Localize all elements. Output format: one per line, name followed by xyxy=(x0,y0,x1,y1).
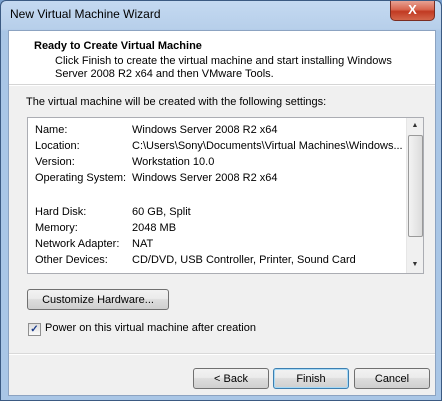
scroll-up-arrow-icon[interactable]: ▲ xyxy=(407,118,423,134)
setting-key: Version: xyxy=(35,156,75,168)
setting-key: Memory: xyxy=(35,222,78,234)
setting-key: Location: xyxy=(35,140,80,152)
setting-value: Workstation 10.0 xyxy=(132,156,215,168)
setting-key: Name: xyxy=(35,124,68,136)
setting-value: 2048 MB xyxy=(132,222,177,234)
cancel-button[interactable]: Cancel xyxy=(354,368,430,389)
scroll-down-arrow-icon[interactable]: ▼ xyxy=(407,257,423,273)
setting-value: CD/DVD, USB Controller, Printer, Sound C… xyxy=(132,254,356,266)
setting-value: Windows Server 2008 R2 x64 xyxy=(132,172,278,184)
customize-hardware-button[interactable]: Customize Hardware... xyxy=(27,289,169,310)
setting-key: Operating System: xyxy=(35,172,127,184)
header-divider xyxy=(9,85,435,86)
close-icon: X xyxy=(408,2,417,17)
setting-value: C:\Users\Sony\Documents\Virtual Machines… xyxy=(132,140,403,152)
settings-scrollbar[interactable]: ▲ ▼ xyxy=(406,118,423,273)
checkmark-icon: ✓ xyxy=(30,324,39,335)
wizard-client-area: Ready to Create Virtual Machine Click Fi… xyxy=(8,30,436,396)
wizard-window: New Virtual Machine Wizard X Ready to Cr… xyxy=(0,0,442,401)
setting-key: Hard Disk: xyxy=(35,206,87,218)
page-title: Ready to Create Virtual Machine xyxy=(34,40,202,52)
close-button[interactable]: X xyxy=(390,1,435,21)
page-description: Click Finish to create the virtual machi… xyxy=(55,55,392,80)
setting-value: 60 GB, Split xyxy=(132,206,191,218)
setting-value: Windows Server 2008 R2 x64 xyxy=(132,124,278,136)
settings-list[interactable]: Name: Windows Server 2008 R2 x64 Locatio… xyxy=(27,117,424,274)
footer-divider-highlight xyxy=(9,354,435,355)
power-on-checkbox[interactable]: ✓ xyxy=(28,323,41,336)
window-title: New Virtual Machine Wizard xyxy=(10,7,161,21)
title-bar[interactable]: New Virtual Machine Wizard X xyxy=(1,1,441,27)
finish-button[interactable]: Finish xyxy=(273,368,349,389)
power-on-label[interactable]: Power on this virtual machine after crea… xyxy=(45,322,256,334)
setting-key: Network Adapter: xyxy=(35,238,120,250)
scrollbar-thumb[interactable] xyxy=(408,135,423,237)
back-button[interactable]: < Back xyxy=(193,368,269,389)
wizard-header: Ready to Create Virtual Machine Click Fi… xyxy=(9,31,435,85)
setting-value: NAT xyxy=(132,238,154,250)
settings-intro-text: The virtual machine will be created with… xyxy=(26,96,327,108)
settings-rows: Name: Windows Server 2008 R2 x64 Locatio… xyxy=(28,118,406,273)
setting-key: Other Devices: xyxy=(35,254,108,266)
